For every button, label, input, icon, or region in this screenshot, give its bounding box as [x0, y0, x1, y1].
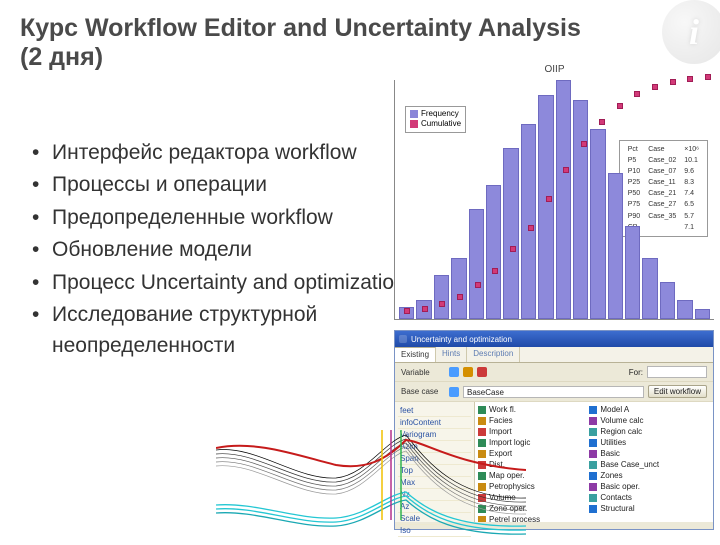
operation-item[interactable]: Model A: [589, 405, 700, 414]
operation-item[interactable]: Utilities: [589, 438, 700, 447]
operation-item[interactable]: Contacts: [589, 493, 700, 502]
cumulative-point: [546, 196, 552, 202]
chart-cumulative-points: [395, 80, 714, 319]
bullet-item: Исследование структурной неопределенност…: [32, 300, 412, 361]
panel-tabs: Existing Hints Description: [395, 347, 713, 363]
cumulative-point: [475, 282, 481, 288]
label-for: For:: [629, 368, 643, 377]
basecase-field[interactable]: BaseCase: [463, 386, 644, 398]
operation-icon: [589, 483, 597, 491]
bullet-item: Обновление модели: [32, 235, 412, 265]
operation-icon: [589, 494, 597, 502]
operation-label: Volume calc: [600, 416, 643, 425]
basecase-row: Base case BaseCase Edit workflow: [395, 382, 713, 402]
cumulative-point: [705, 74, 711, 80]
tab-description[interactable]: Description: [467, 347, 520, 362]
label-variable: Variable: [401, 368, 445, 377]
bullet-list: Интерфейс редактора workflow Процессы и …: [32, 138, 412, 363]
window-title: Uncertainty and optimization: [411, 335, 512, 344]
cumulative-point: [634, 91, 640, 97]
bullet-item: Процесс Uncertainty and optimization: [32, 268, 412, 298]
operation-icon: [589, 428, 597, 436]
operation-label: Model A: [600, 405, 629, 414]
cumulative-point: [404, 308, 410, 314]
flag-icon[interactable]: [463, 367, 473, 377]
cumulative-point: [599, 119, 605, 125]
label-basecase: Base case: [401, 387, 445, 396]
tab-hints[interactable]: Hints: [436, 347, 467, 362]
bullet-item: Процессы и операции: [32, 170, 412, 200]
bullet-item: Интерфейс редактора workflow: [32, 138, 412, 168]
edit-workflow-button[interactable]: Edit workflow: [648, 385, 707, 398]
delete-icon[interactable]: [477, 367, 487, 377]
operation-item[interactable]: Basic oper.: [589, 482, 700, 491]
title-line-1: Курс Workflow Editor and Uncertainty Ana…: [20, 14, 700, 43]
bullet-item: Предопределенные workflow: [32, 203, 412, 233]
operation-label: Utilities: [600, 438, 626, 447]
cumulative-point: [492, 268, 498, 274]
tab-existing[interactable]: Existing: [395, 347, 436, 362]
watermark-glyph: i: [689, 11, 699, 53]
doc-dropdown[interactable]: [647, 366, 707, 378]
operation-item[interactable]: Volume calc: [589, 416, 700, 425]
arrow-icon[interactable]: [449, 387, 459, 397]
cumulative-point: [687, 76, 693, 82]
operation-icon: [589, 439, 597, 447]
operation-icon: [589, 450, 597, 458]
operation-label: Zones: [600, 471, 622, 480]
operation-icon: [589, 472, 597, 480]
histogram-chart: OIIP Frequency Cumulative Pct Case ×10⁶ …: [394, 80, 714, 320]
cumulative-point: [581, 141, 587, 147]
operation-item[interactable]: Region calc: [589, 427, 700, 436]
operation-icon: [589, 461, 597, 469]
cumulative-point: [422, 306, 428, 312]
info-watermark-icon: i: [662, 0, 720, 64]
operation-label: Basic: [600, 449, 620, 458]
cumulative-point: [652, 84, 658, 90]
cumulative-point: [457, 294, 463, 300]
operation-item[interactable]: Zones: [589, 471, 700, 480]
operation-icon: [589, 417, 597, 425]
realizations-plot: [216, 410, 526, 540]
cumulative-point: [563, 167, 569, 173]
operation-label: Base Case_unct: [600, 460, 659, 469]
operation-label: Contacts: [600, 493, 632, 502]
operation-item[interactable]: Base Case_unct: [589, 460, 700, 469]
operation-icon: [589, 406, 597, 414]
cumulative-point: [439, 301, 445, 307]
cumulative-point: [617, 103, 623, 109]
operation-label: Region calc: [600, 427, 642, 436]
cumulative-point: [670, 79, 676, 85]
operation-item[interactable]: Structural: [589, 504, 700, 513]
cumulative-point: [528, 225, 534, 231]
arrow-icon[interactable]: [449, 367, 459, 377]
operation-item[interactable]: Basic: [589, 449, 700, 458]
toolbar-row: Variable For:: [395, 363, 713, 382]
operation-label: Structural: [600, 504, 634, 513]
window-titlebar: Uncertainty and optimization: [395, 331, 713, 347]
operation-label: Basic oper.: [600, 482, 640, 491]
app-icon: [399, 335, 407, 343]
operation-icon: [589, 505, 597, 513]
cumulative-point: [510, 246, 516, 252]
chart-title: OIIP: [395, 64, 714, 75]
